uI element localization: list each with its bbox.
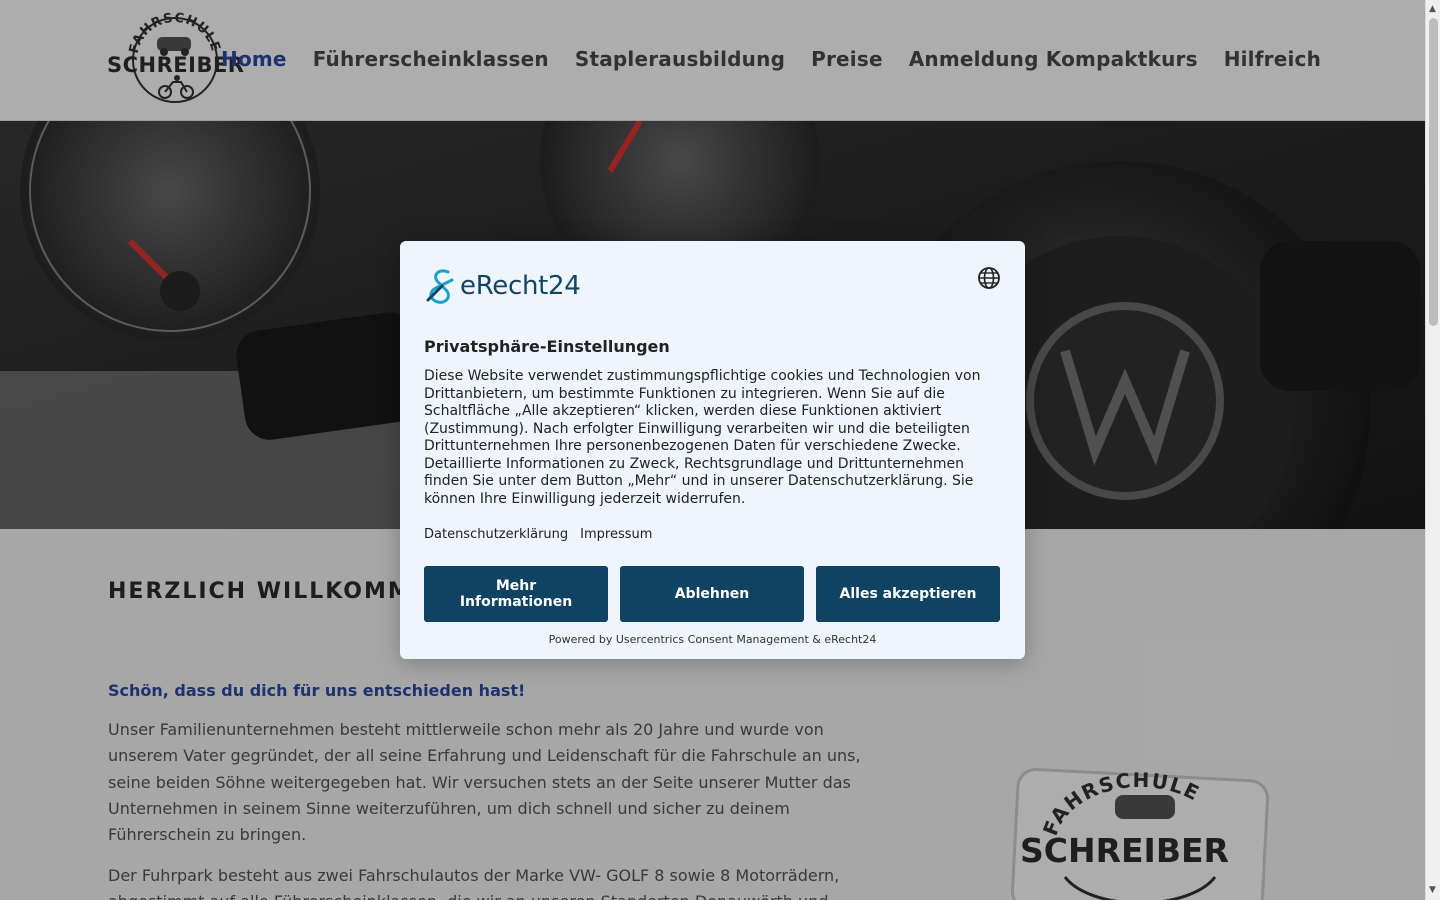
- accept-all-button[interactable]: Alles akzeptieren: [816, 566, 1000, 622]
- scroll-up-icon[interactable]: ▲: [1429, 4, 1436, 14]
- privacy-policy-link[interactable]: Datenschutzerklärung: [424, 527, 568, 542]
- consent-title: Privatsphäre-Einstellungen: [424, 337, 670, 356]
- consent-links: Datenschutzerklärung Impressum: [424, 527, 652, 542]
- imprint-link[interactable]: Impressum: [580, 527, 652, 542]
- page-scrollbar[interactable]: ▲ ▼: [1425, 0, 1440, 900]
- decline-button[interactable]: Ablehnen: [620, 566, 804, 622]
- powered-by-text: Powered by Usercentrics Consent Manageme…: [548, 633, 877, 646]
- globe-icon[interactable]: [977, 266, 1001, 290]
- erecht24-brand-text: eRecht24: [460, 271, 581, 301]
- consent-dialog: eRecht24 Privatsphäre-Einstellungen Dies…: [400, 241, 1025, 659]
- scroll-down-icon[interactable]: ▼: [1429, 885, 1436, 895]
- scrollbar-thumb[interactable]: [1429, 18, 1438, 326]
- more-information-button[interactable]: Mehr Informationen: [424, 566, 608, 622]
- consent-buttons: Mehr Informationen Ablehnen Alles akzept…: [424, 566, 1000, 622]
- erecht24-logo: eRecht24: [424, 265, 581, 307]
- erecht24-ampersand-icon: [426, 269, 454, 304]
- consent-description: Diese Website verwendet zustimmungspflic…: [424, 368, 981, 507]
